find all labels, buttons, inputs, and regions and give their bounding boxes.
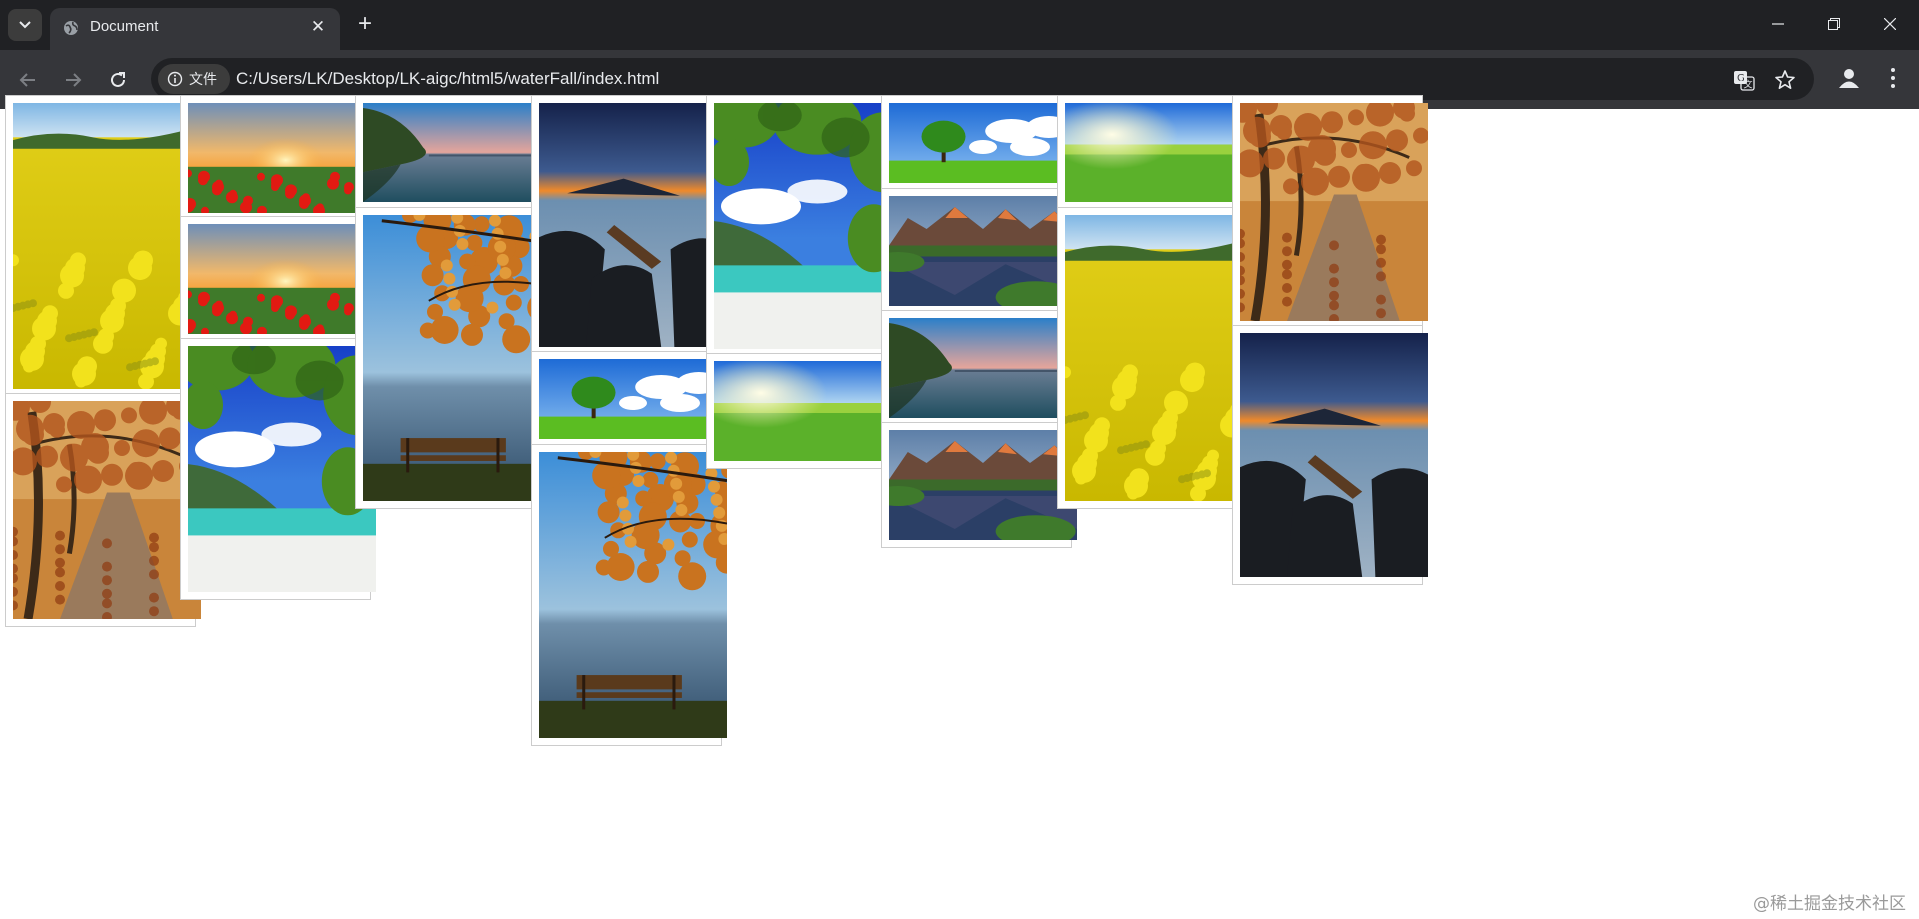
photo-mountain-sunset-rocks — [539, 103, 727, 347]
photo-mountain-lake-reflection — [889, 196, 1077, 306]
photo-tree-on-meadow — [889, 103, 1077, 183]
close-window-button[interactable] — [1862, 0, 1918, 48]
photo-lake-cliff — [363, 103, 551, 202]
restore-icon — [1828, 18, 1840, 30]
waterfall-card[interactable] — [5, 95, 201, 397]
waterfall-card[interactable] — [1232, 325, 1428, 585]
waterfall-card[interactable] — [531, 444, 727, 746]
waterfall-card[interactable] — [706, 95, 902, 357]
photo-mountain-lake-reflection — [889, 430, 1077, 540]
photo-tree-on-meadow — [539, 359, 727, 439]
waterfall-card[interactable] — [881, 422, 1077, 548]
tab-search-button[interactable] — [8, 9, 42, 41]
photo-tropical-beach-leaves — [188, 346, 376, 592]
restore-button[interactable] — [1806, 0, 1862, 48]
photo-poppy-sunset — [188, 103, 376, 213]
waterfall-card[interactable] — [180, 338, 376, 600]
waterfall-gallery — [0, 95, 1919, 919]
tab-title: Document — [90, 18, 159, 35]
translate-icon[interactable]: G 文 — [1733, 69, 1755, 91]
waterfall-card[interactable] — [180, 95, 376, 221]
forward-button[interactable] — [59, 66, 87, 94]
waterfall-card[interactable] — [706, 353, 902, 469]
photo-green-field-sun — [714, 361, 902, 461]
waterfall-card[interactable] — [1057, 207, 1253, 509]
waterfall-card[interactable] — [531, 351, 727, 447]
reload-icon — [111, 72, 125, 87]
new-tab-button[interactable]: + — [352, 10, 378, 38]
photo-tropical-beach-leaves — [714, 103, 902, 349]
chevron-down-icon — [19, 21, 31, 29]
waterfall-card[interactable] — [881, 188, 1077, 314]
waterfall-card[interactable] — [881, 310, 1077, 426]
svg-text:文: 文 — [1744, 79, 1753, 91]
info-icon — [167, 71, 183, 87]
photo-rapeseed-field — [1065, 215, 1253, 501]
waterfall-card[interactable] — [355, 207, 551, 509]
waterfall-card[interactable] — [1057, 95, 1253, 210]
profile-icon[interactable] — [1836, 65, 1862, 91]
close-tab-icon[interactable]: ✕ — [308, 17, 328, 39]
waterfall-card[interactable] — [881, 95, 1077, 191]
address-bar[interactable]: 文件 C:/Users/LK/Desktop/LK-aigc/html5/wat… — [151, 58, 1814, 100]
minimize-icon — [1772, 23, 1784, 25]
waterfall-card[interactable] — [180, 216, 376, 342]
photo-autumn-bench-lake — [539, 452, 727, 738]
minimize-button[interactable] — [1750, 0, 1806, 48]
site-info-chip[interactable]: 文件 — [158, 64, 230, 94]
more-menu-icon[interactable] — [1880, 65, 1906, 91]
photo-mountain-sunset-rocks — [1240, 333, 1428, 577]
close-icon — [1884, 18, 1896, 30]
photo-lake-cliff — [889, 318, 1077, 418]
watermark: @稀土掘金技术社区 — [1753, 894, 1906, 914]
photo-autumn-bench-lake — [363, 215, 551, 501]
arrow-right-icon — [66, 73, 82, 87]
arrow-left-icon — [19, 73, 35, 87]
photo-autumn-path — [1240, 103, 1428, 321]
globe-icon — [64, 21, 78, 35]
waterfall-card[interactable] — [5, 393, 201, 627]
tab-strip: Document ✕ + — [0, 0, 1919, 50]
photo-autumn-path — [13, 401, 201, 619]
url-text[interactable]: C:/Users/LK/Desktop/LK-aigc/html5/waterF… — [236, 69, 659, 89]
waterfall-card[interactable] — [355, 95, 551, 210]
browser-tab[interactable]: Document ✕ — [50, 8, 340, 50]
waterfall-card[interactable] — [531, 95, 727, 355]
file-chip-label: 文件 — [189, 72, 217, 88]
photo-green-field-sun — [1065, 103, 1253, 202]
photo-poppy-sunset — [188, 224, 376, 334]
bookmark-star-icon[interactable] — [1774, 69, 1796, 91]
reload-button[interactable] — [104, 66, 132, 94]
back-button[interactable] — [14, 66, 42, 94]
waterfall-card[interactable] — [1232, 95, 1428, 329]
photo-rapeseed-field — [13, 103, 201, 389]
